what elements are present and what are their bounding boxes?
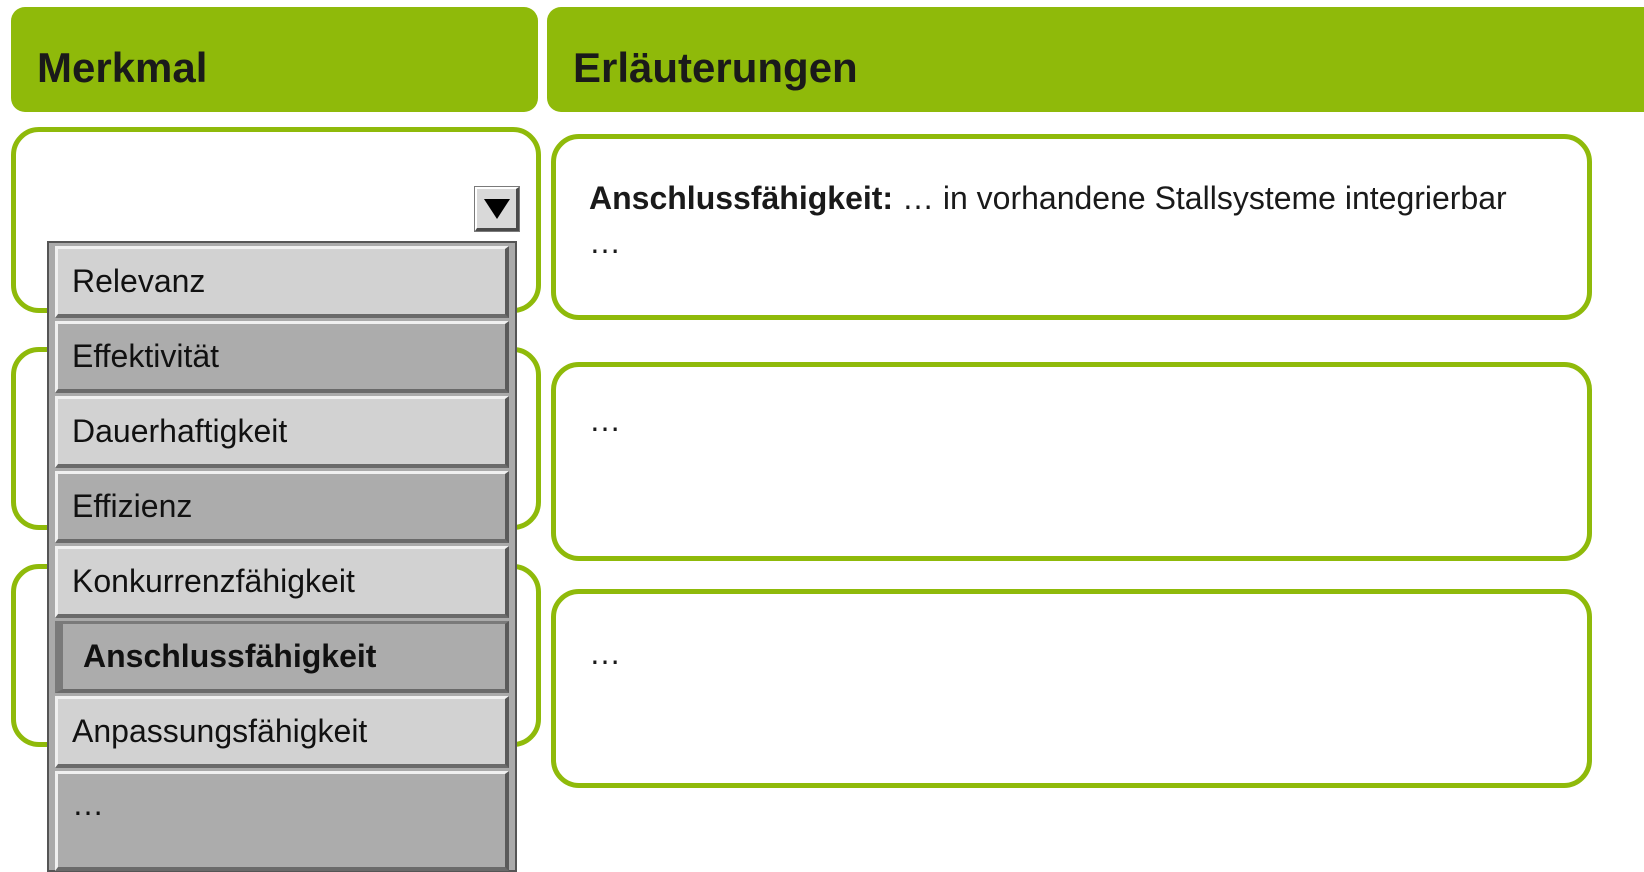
erlaeuterung-text-3: … [589,635,621,671]
erlaeuterung-cell-2[interactable]: … [551,362,1592,561]
erlaeuterung-cell-1[interactable]: Anschlussfähigkeit: … in vorhandene Stal… [551,134,1592,320]
dropdown-option-relevanz[interactable]: Relevanz [55,246,509,318]
erlaeuterung-term-1: Anschlussfähigkeit: [589,180,894,216]
dropdown-option-anpassungsfaehigkeit[interactable]: Anpassungsfähigkeit [55,696,509,768]
dropdown-list[interactable]: Relevanz Effektivität Dauerhaftigkeit Ef… [47,241,517,872]
header-merkmal: Merkmal [11,7,538,112]
header-erlaeuterungen-label: Erläuterungen [573,44,858,91]
dropdown-option-effizienz[interactable]: Effizienz [55,471,509,543]
dropdown-option-anschlussfaehigkeit[interactable]: Anschlussfähigkeit [55,621,509,693]
erlaeuterung-cell-3[interactable]: … [551,589,1592,788]
erlaeuterung-text-1: Anschlussfähigkeit: … in vorhandene Stal… [589,176,1547,264]
dropdown-option-effektivitaet[interactable]: Effektivität [55,321,509,393]
dropdown-option-konkurrenzfaehigkeit[interactable]: Konkurrenzfähigkeit [55,546,509,618]
header-merkmal-label: Merkmal [37,44,208,91]
header-erlaeuterungen: Erläuterungen [547,7,1644,112]
dropdown-option-more[interactable]: … [55,771,509,871]
triangle-down-icon [483,198,510,219]
erlaeuterung-text-2: … [589,402,621,438]
dropdown-toggle-button[interactable] [475,187,519,231]
dropdown-option-dauerhaftigkeit[interactable]: Dauerhaftigkeit [55,396,509,468]
